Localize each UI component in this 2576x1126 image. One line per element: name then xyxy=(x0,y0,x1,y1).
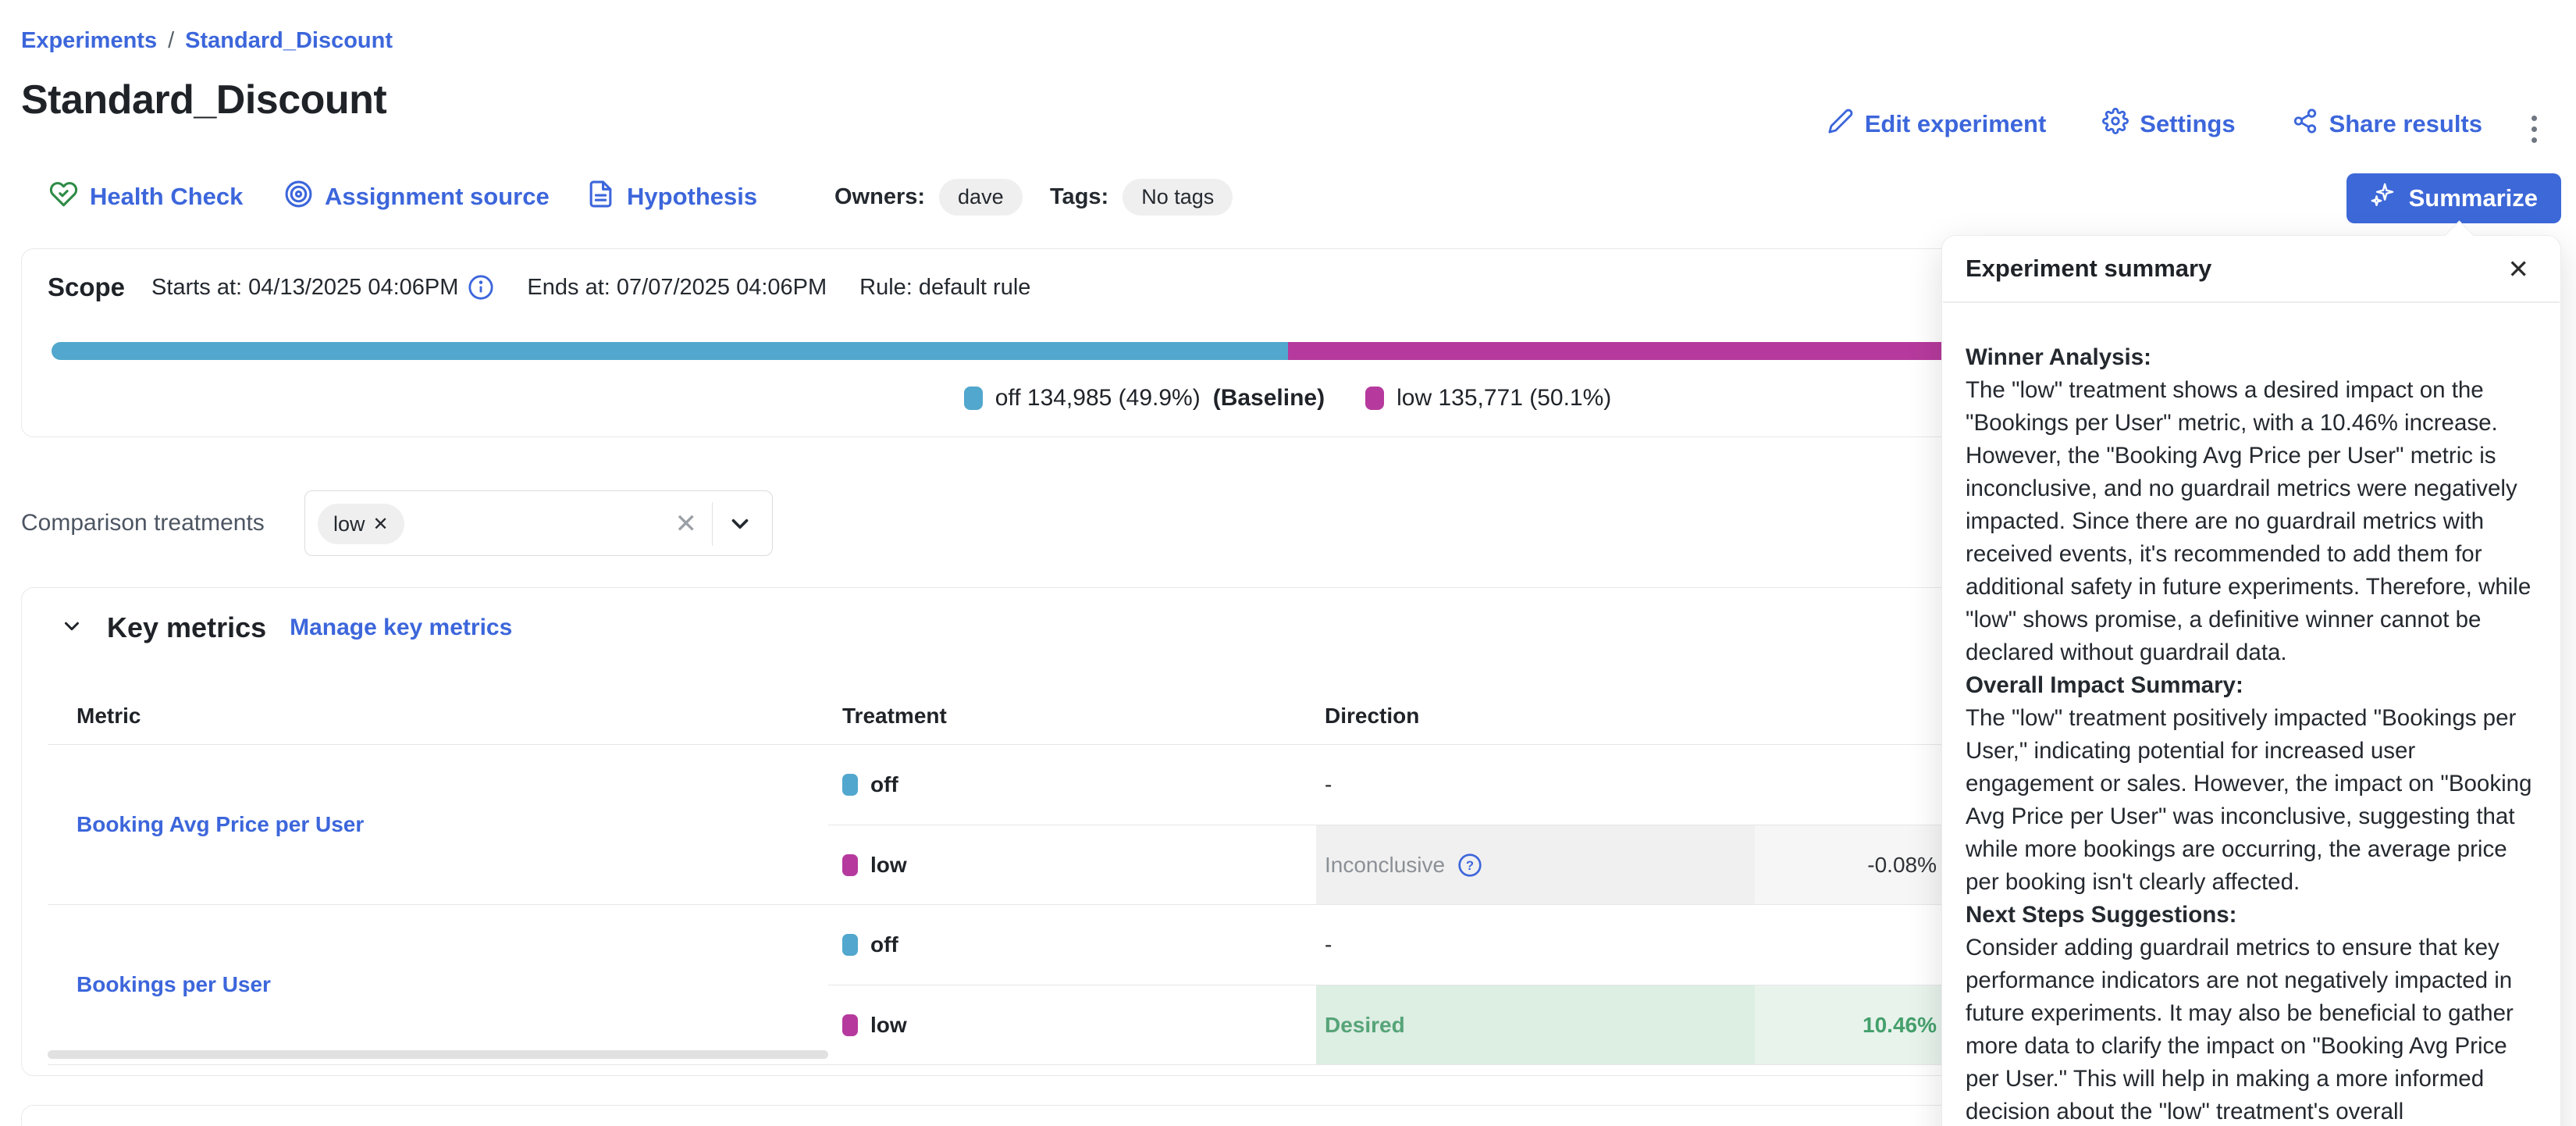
breadcrumb-experiments[interactable]: Experiments xyxy=(21,28,157,54)
scope-ends: Ends at: 07/07/2025 04:06PM xyxy=(527,275,827,301)
key-metrics-title: Key metrics xyxy=(107,611,266,644)
manage-key-metrics-link[interactable]: Manage key metrics xyxy=(290,615,512,641)
off-swatch xyxy=(842,934,858,956)
panel-title: Experiment summary xyxy=(1966,255,2507,283)
scope-rule: Rule: default rule xyxy=(859,275,1030,301)
low-swatch xyxy=(842,1014,858,1036)
breadcrumb-current[interactable]: Standard_Discount xyxy=(185,28,393,54)
settings-button[interactable]: Settings xyxy=(2102,108,2235,141)
edit-experiment-button[interactable]: Edit experiment xyxy=(1827,108,2047,141)
sparkles-icon xyxy=(2370,182,2396,215)
off-swatch xyxy=(964,387,983,410)
column-header-metric: Metric xyxy=(48,704,828,729)
comparison-treatments-label: Comparison treatments xyxy=(21,510,265,536)
section-heading: Winner Analysis: xyxy=(1966,341,2534,374)
page-title: Standard_Discount xyxy=(21,77,386,123)
column-header-treatment: Treatment xyxy=(828,704,1316,729)
tags-label: Tags: xyxy=(1050,184,1108,210)
owners-label: Owners: xyxy=(834,184,925,210)
header-actions: Edit experiment Settings Share results xyxy=(1827,108,2482,141)
hypothesis-link[interactable]: Hypothesis xyxy=(586,175,757,219)
experiment-summary-body: Winner Analysis: The "low" treatment sho… xyxy=(1942,303,2560,1126)
low-swatch xyxy=(1365,387,1384,410)
legend-item-off: off 134,985 (49.9%) (Baseline) xyxy=(964,385,1325,412)
off-swatch xyxy=(842,774,858,796)
direction-cell: Inconclusive ? xyxy=(1316,825,1755,904)
tags-chip[interactable]: No tags xyxy=(1123,179,1233,216)
treatment-chip-low[interactable]: low ✕ xyxy=(318,504,404,544)
owner-chip[interactable]: dave xyxy=(939,179,1023,216)
tags-group: Tags: No tags xyxy=(1050,175,1233,219)
health-check-link[interactable]: Health Check xyxy=(49,175,243,219)
section-body: The "low" treatment positively impacted … xyxy=(1966,702,2534,899)
section-heading: Overall Impact Summary: xyxy=(1966,669,2534,702)
target-icon xyxy=(284,180,313,215)
legend-item-low: low 135,771 (50.1%) xyxy=(1365,385,1611,412)
direction-cell: - xyxy=(1316,745,1755,825)
experiment-summary-panel: Experiment summary ✕ Winner Analysis: Th… xyxy=(1941,235,2561,1126)
clear-selection-icon[interactable]: ✕ xyxy=(675,491,698,557)
horizontal-scrollbar[interactable] xyxy=(48,1050,828,1059)
svg-text:?: ? xyxy=(1466,858,1474,873)
breadcrumb: Experiments / Standard_Discount xyxy=(21,28,393,54)
metric-link-booking-avg-price[interactable]: Booking Avg Price per User xyxy=(76,812,364,837)
gear-icon xyxy=(2102,108,2129,141)
bar-segment-off xyxy=(52,342,1288,360)
assignment-source-link[interactable]: Assignment source xyxy=(284,175,550,219)
low-swatch xyxy=(842,854,858,876)
collapse-chevron-icon[interactable] xyxy=(60,615,84,642)
experiment-page: Experiments / Standard_Discount Standard… xyxy=(0,0,2576,1126)
select-divider xyxy=(712,502,713,546)
document-icon xyxy=(586,180,615,215)
share-icon xyxy=(2292,108,2318,141)
chip-remove-icon[interactable]: ✕ xyxy=(373,513,389,536)
breadcrumb-separator: / xyxy=(168,28,174,54)
scope-starts: Starts at: 04/13/2025 04:06PM xyxy=(151,274,494,301)
chevron-down-icon[interactable] xyxy=(727,511,753,541)
scope-details: Scope Starts at: 04/13/2025 04:06PM Ends… xyxy=(48,273,1030,302)
owners-group: Owners: dave xyxy=(834,175,1023,219)
scope-title: Scope xyxy=(48,273,125,302)
heart-check-icon xyxy=(49,180,78,215)
section-body: The "low" treatment shows a desired impa… xyxy=(1966,374,2534,669)
pencil-icon xyxy=(1827,108,1854,141)
direction-cell: Desired xyxy=(1316,985,1755,1064)
section-heading: Next Steps Suggestions: xyxy=(1966,899,2534,932)
direction-cell: - xyxy=(1316,905,1755,985)
metric-link-bookings-per-user[interactable]: Bookings per User xyxy=(76,972,271,997)
more-options-button[interactable] xyxy=(2527,111,2542,148)
share-results-button[interactable]: Share results xyxy=(2292,108,2482,141)
close-icon[interactable]: ✕ xyxy=(2507,256,2529,282)
section-body: Consider adding guardrail metrics to ens… xyxy=(1966,932,2534,1126)
info-icon[interactable] xyxy=(468,274,494,301)
comparison-treatments-select[interactable]: low ✕ ✕ xyxy=(304,490,773,556)
key-metrics-header: Key metrics Manage key metrics xyxy=(60,611,512,644)
summarize-button[interactable]: Summarize xyxy=(2347,173,2561,223)
help-icon[interactable]: ? xyxy=(1457,853,1482,878)
